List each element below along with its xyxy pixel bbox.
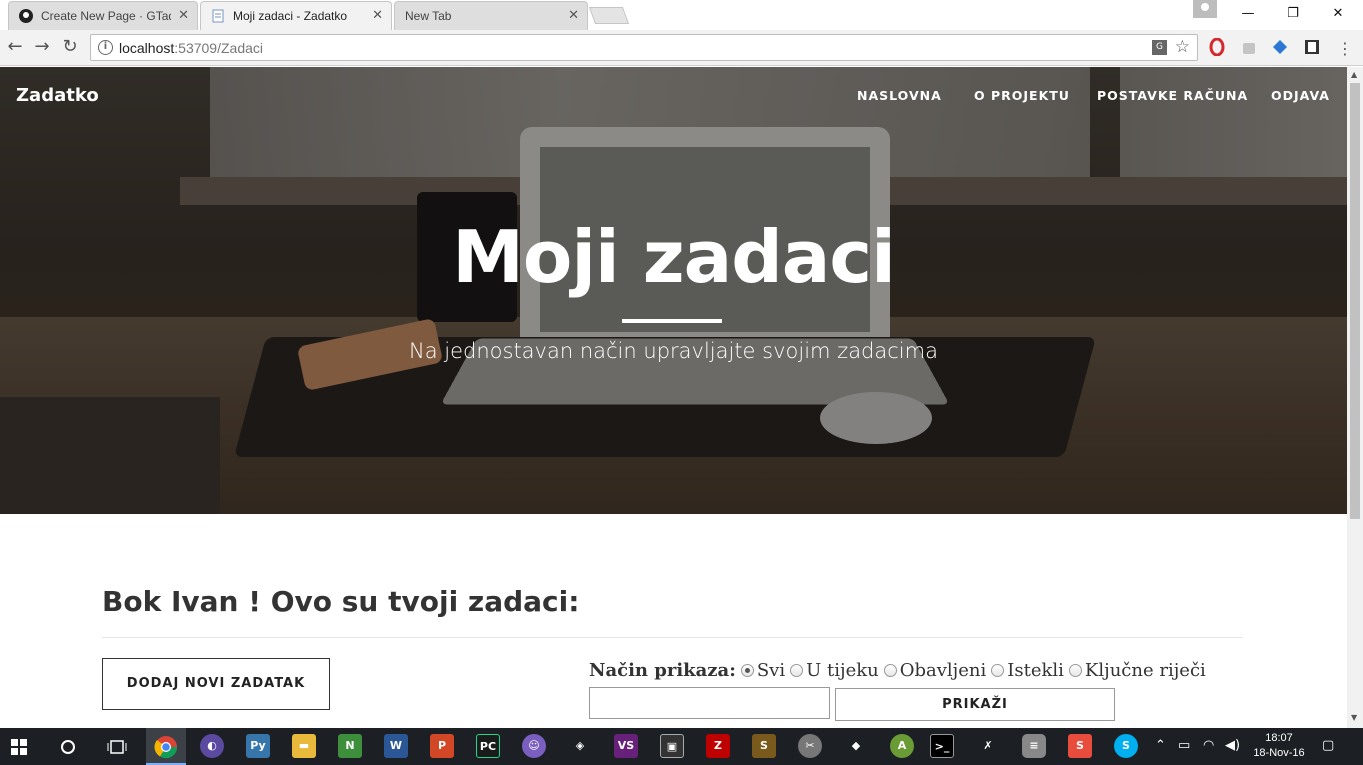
battery-icon[interactable]: ▭ bbox=[1178, 738, 1190, 753]
visual-studio-icon[interactable]: VS bbox=[614, 734, 638, 758]
wifi-icon[interactable]: ◠ bbox=[1203, 738, 1214, 753]
powerpoint-icon[interactable]: P bbox=[430, 734, 454, 758]
nav-link-naslovna[interactable]: NASLOVNA bbox=[857, 88, 942, 103]
radio-label: Obavljeni bbox=[899, 660, 987, 681]
info-icon[interactable]: i bbox=[98, 40, 113, 55]
forward-icon[interactable]: → bbox=[32, 37, 52, 57]
browser-tab-strip: Create New Page · GTade ✕ Moji zadaci - … bbox=[0, 0, 1363, 30]
radio-label: Ključne riječi bbox=[1084, 660, 1206, 681]
radio-kljucne-rijeci[interactable] bbox=[1068, 664, 1082, 677]
radio-label: Istekli bbox=[1007, 660, 1064, 681]
opera-icon[interactable] bbox=[1208, 38, 1226, 56]
filter-label: Način prikaza: bbox=[589, 660, 736, 681]
notifications-icon[interactable]: ▢ bbox=[1322, 738, 1334, 753]
browser-tab-3[interactable]: New Tab ✕ bbox=[394, 1, 588, 30]
show-button[interactable]: PRIKAŽI bbox=[835, 688, 1115, 721]
minimize-button[interactable]: — bbox=[1225, 0, 1271, 30]
pycharm-icon[interactable]: PC bbox=[476, 734, 500, 758]
extension-film-icon[interactable] bbox=[1303, 38, 1321, 56]
task-view-icon[interactable] bbox=[107, 739, 127, 755]
python-icon[interactable]: Py bbox=[246, 734, 270, 758]
reload-icon[interactable]: ↻ bbox=[60, 37, 80, 57]
nav-link-odjava[interactable]: ODJAVA bbox=[1271, 88, 1330, 103]
word-icon[interactable]: W bbox=[384, 734, 408, 758]
clock-time: 18:07 bbox=[1265, 732, 1293, 744]
page-viewport: Zadatko NASLOVNA O PROJEKTU POSTAVKE RAČ… bbox=[0, 67, 1347, 728]
search-icon[interactable] bbox=[60, 739, 76, 755]
back-icon[interactable]: ← bbox=[5, 37, 25, 57]
address-bar[interactable]: i localhost:53709/Zadaci G ☆ bbox=[90, 34, 1198, 61]
notepad-plus-plus-icon[interactable]: N bbox=[338, 734, 362, 758]
clock-date: 18-Nov-16 bbox=[1253, 747, 1305, 759]
page-icon bbox=[212, 9, 224, 23]
translate-icon[interactable]: G bbox=[1152, 40, 1167, 55]
chrome-icon[interactable] bbox=[154, 735, 178, 759]
scroll-up-icon[interactable]: ▲ bbox=[1351, 70, 1357, 79]
bookmark-star-icon[interactable]: ☆ bbox=[1175, 37, 1190, 57]
tor-browser-icon[interactable]: ◐ bbox=[200, 734, 224, 758]
browser-tab-1[interactable]: Create New Page · GTade ✕ bbox=[8, 1, 198, 30]
database-icon[interactable]: ≡ bbox=[1022, 734, 1046, 758]
tray-chevron-icon[interactable]: ⌃ bbox=[1155, 738, 1166, 753]
media-icon[interactable]: ▣ bbox=[660, 734, 684, 758]
page-scrollbar[interactable]: ▲ ▼ bbox=[1347, 67, 1363, 728]
user-icon bbox=[1201, 3, 1209, 11]
tab-title: Create New Page · GTade bbox=[41, 9, 171, 23]
nav-link-o-projektu[interactable]: O PROJEKTU bbox=[974, 88, 1070, 103]
sublime-icon[interactable]: S bbox=[752, 734, 776, 758]
close-window-button[interactable]: ✕ bbox=[1315, 0, 1361, 30]
hero-subtitle: Na jednostavan način upravljajte svojim … bbox=[409, 339, 938, 363]
radio-istekli[interactable] bbox=[991, 664, 1005, 677]
radio-label: Svi bbox=[756, 660, 786, 681]
view-mode-filter: Način prikaza: Svi U tijeku Obavljeni Istekl… bbox=[589, 660, 1206, 681]
app-s-icon[interactable]: S bbox=[1068, 734, 1092, 758]
radio-label: U tijeku bbox=[806, 660, 879, 681]
divider bbox=[102, 637, 1243, 638]
browser-tab-2[interactable]: Moji zadaci - Zadatko ✕ bbox=[200, 1, 392, 30]
windows-taskbar: ◐ Py ▬ N W P PC ☺ ◈ VS ▣ Z S ✂ ◆ A >_ ✗ … bbox=[0, 728, 1363, 765]
page-heading: Bok Ivan ! Ovo su tvoji zadaci: bbox=[102, 585, 580, 618]
tab-title: Moji zadaci - Zadatko bbox=[233, 9, 348, 23]
github-icon bbox=[19, 9, 33, 23]
scroll-down-icon[interactable]: ▼ bbox=[1351, 713, 1357, 722]
file-explorer-icon[interactable]: ▬ bbox=[292, 734, 316, 758]
terminal-icon[interactable]: >_ bbox=[930, 734, 954, 758]
extension-diamond-icon[interactable] bbox=[1271, 38, 1289, 56]
hero-divider bbox=[622, 319, 722, 323]
filezilla-icon[interactable]: Z bbox=[706, 734, 730, 758]
browser-toolbar: ← → ↻ i localhost:53709/Zadaci G ☆ ⋮ bbox=[0, 30, 1363, 66]
nav-link-postavke-racuna[interactable]: POSTAVKE RAČUNA bbox=[1097, 88, 1248, 103]
url-text[interactable]: localhost:53709/Zadaci bbox=[119, 40, 263, 56]
android-studio-icon[interactable]: A bbox=[890, 734, 914, 758]
app-icon[interactable]: ◆ bbox=[844, 734, 868, 758]
extension-bag-icon[interactable] bbox=[1240, 38, 1258, 56]
radio-obavljeni[interactable] bbox=[883, 664, 897, 677]
profile-button[interactable] bbox=[1193, 0, 1217, 18]
hero-title: Moji zadaci bbox=[452, 215, 896, 299]
unity-icon[interactable]: ◈ bbox=[568, 734, 592, 758]
taskbar-clock[interactable]: 18:07 18-Nov-16 bbox=[1248, 731, 1310, 761]
keyword-input[interactable] bbox=[589, 687, 830, 719]
new-tab-button[interactable] bbox=[588, 7, 630, 24]
hero-section: Zadatko NASLOVNA O PROJEKTU POSTAVKE RAČ… bbox=[0, 67, 1347, 514]
add-task-button[interactable]: DODAJ NOVI ZADATAK bbox=[102, 658, 330, 710]
close-tab-icon[interactable]: ✕ bbox=[178, 7, 189, 23]
skype-icon[interactable]: S bbox=[1114, 734, 1138, 758]
site-brand[interactable]: Zadatko bbox=[16, 85, 99, 106]
app-icon[interactable]: ✂ bbox=[798, 734, 822, 758]
close-tab-icon[interactable]: ✕ bbox=[372, 7, 383, 23]
volume-icon[interactable]: ◀) bbox=[1225, 738, 1240, 753]
tools-icon[interactable]: ✗ bbox=[976, 734, 1000, 758]
scrollbar-thumb[interactable] bbox=[1350, 83, 1360, 519]
browser-menu-icon[interactable]: ⋮ bbox=[1337, 39, 1353, 58]
radio-svi[interactable] bbox=[740, 664, 754, 677]
app-icon[interactable]: ☺ bbox=[522, 734, 546, 758]
close-tab-icon[interactable]: ✕ bbox=[568, 7, 579, 23]
radio-u-tijeku[interactable] bbox=[790, 664, 804, 677]
windows-start-icon[interactable] bbox=[11, 739, 27, 755]
maximize-button[interactable]: ❐ bbox=[1270, 0, 1316, 30]
tab-title: New Tab bbox=[405, 9, 452, 23]
